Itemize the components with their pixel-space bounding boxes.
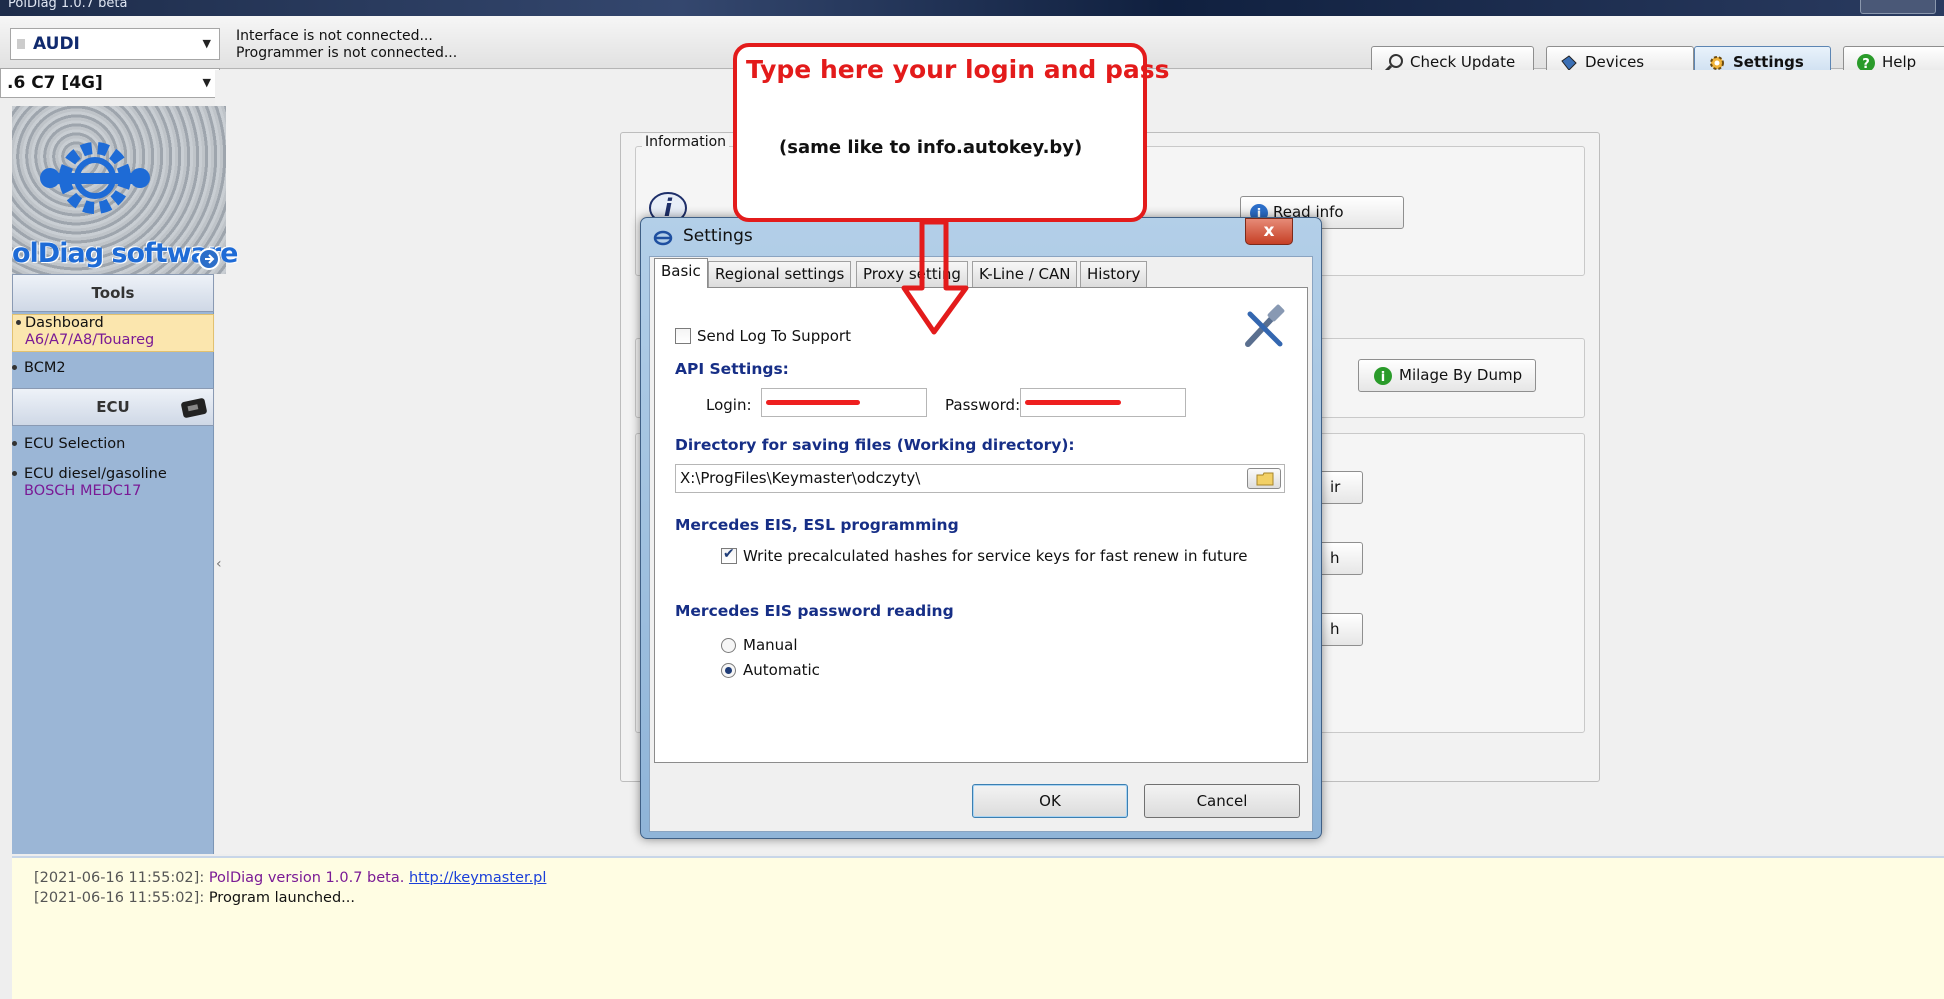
write-hashes-label: Write precalculated hashes for service k… (743, 547, 1248, 565)
tab-basic[interactable]: Basic (654, 258, 708, 288)
sidebar-item-label: Dashboard (25, 315, 104, 331)
send-log-label: Send Log To Support (697, 327, 851, 345)
collapse-handle-icon[interactable]: ‹ (216, 556, 222, 572)
left-sidebar: olDiag software Tools Dashboard A6/A7/A8… (12, 106, 238, 854)
write-hashes-checkbox[interactable] (721, 546, 737, 564)
chevron-down-icon: ▼ (202, 37, 211, 50)
check-update-label: Check Update (1410, 53, 1516, 71)
sidebar-item-ecu-selection[interactable]: ECU Selection (12, 436, 126, 453)
tab-kline-can[interactable]: K-Line / CAN (972, 261, 1078, 287)
model-select[interactable]: .6 C7 [4G] ▼ (0, 68, 220, 98)
log-link[interactable]: http://keymaster.pl (409, 870, 546, 886)
annotation-arrow-icon (901, 219, 969, 335)
window-title: PolDiag 1.0.7 beta (8, 0, 128, 11)
action-button-1-label: ir (1330, 478, 1341, 496)
gear-wrench-logo-icon (40, 142, 150, 214)
sidebar-item-sub: BOSCH MEDC17 (24, 483, 142, 499)
bullet-icon (12, 365, 17, 370)
annotation-callout: Type here your login and pass (same like… (733, 43, 1170, 222)
title-bar: PolDiag 1.0.7 beta (0, 0, 1944, 16)
information-label: Information (642, 134, 730, 150)
ecu-header[interactable]: ECU (12, 388, 214, 426)
window-controls[interactable] (1860, 0, 1936, 14)
password-label: Password: (945, 396, 1021, 414)
milage-by-dump-label: Milage By Dump (1399, 366, 1523, 384)
callout-line2: (same like to info.autokey.by) (779, 137, 1083, 158)
sidebar-item-dashboard[interactable]: Dashboard A6/A7/A8/Touareg (12, 314, 214, 352)
log-time: [2021-06-16 11:55:02]: (34, 870, 205, 886)
sidebar-item-ecu-diesel[interactable]: ECU diesel/gasoline BOSCH MEDC17 (12, 466, 167, 500)
log-panel: [2021-06-16 11:55:02]: PolDiag version 1… (12, 856, 1944, 999)
mercedes-password-heading: Mercedes EIS password reading (675, 602, 954, 620)
manual-radio[interactable] (721, 638, 736, 653)
tools-icon (1245, 304, 1285, 347)
action-button-2-label: h (1330, 549, 1340, 567)
bullet-icon (12, 441, 17, 446)
settings-app-icon (653, 230, 673, 246)
model-value: .6 C7 [4G] (7, 73, 103, 93)
automatic-label: Automatic (743, 661, 820, 679)
send-log-checkbox[interactable] (675, 328, 691, 344)
sidebar-item-label: ECU diesel/gasoline (24, 466, 167, 482)
action-button-3-label: h (1330, 620, 1340, 638)
dialog-title: Settings (683, 226, 753, 246)
tools-header[interactable]: Tools (12, 274, 214, 312)
app-logo: olDiag software (12, 106, 238, 274)
close-button[interactable]: x (1245, 218, 1293, 245)
basic-tab-page: Send Log To Support API Settings: Login:… (654, 287, 1308, 763)
tab-history[interactable]: History (1080, 261, 1148, 287)
log-message: PolDiag version 1.0.7 beta. (208, 870, 405, 886)
directory-heading: Directory for saving files (Working dire… (675, 436, 1075, 454)
sidebar-item-sub: A6/A7/A8/Touareg (25, 332, 155, 348)
devices-label: Devices (1585, 53, 1645, 71)
callout-line1: Type here your login and pass (746, 55, 1170, 84)
chevron-down-icon: ▼ (202, 76, 211, 89)
bullet-icon (12, 471, 17, 476)
interface-status: Interface is not connected... (236, 28, 433, 44)
log-line: [2021-06-16 11:55:02]: PolDiag version 1… (34, 868, 1944, 888)
manual-label: Manual (743, 636, 798, 654)
brand-icon (17, 39, 25, 49)
login-label: Login: (706, 396, 752, 414)
bullet-icon (16, 320, 21, 325)
sidebar-item-label: ECU Selection (24, 436, 126, 452)
svg-text:i: i (1381, 370, 1385, 385)
programmer-status: Programmer is not connected... (236, 45, 458, 61)
api-settings-heading: API Settings: (675, 360, 789, 378)
info-icon: i (1374, 367, 1392, 385)
browse-folder-button[interactable] (1247, 468, 1281, 489)
expand-arrow-icon[interactable] (198, 248, 220, 270)
tab-regional-settings[interactable]: Regional settings (708, 261, 852, 287)
password-field[interactable] (1020, 388, 1186, 417)
redaction-mark (766, 400, 860, 405)
log-message: Program launched... (208, 890, 356, 906)
ok-button[interactable]: OK (972, 784, 1128, 818)
close-icon: x (1263, 221, 1275, 241)
brand-select[interactable]: AUDI ▼ (10, 28, 220, 60)
brand-value: AUDI (33, 34, 80, 54)
sidebar-item-bcm2[interactable]: BCM2 (12, 360, 66, 377)
directory-value: X:\ProgFiles\Keymaster\odczyty\ (680, 469, 921, 487)
redaction-mark (1025, 400, 1121, 405)
settings-dialog: Settings x Basic Regional settings Proxy… (640, 217, 1322, 839)
help-label: Help (1882, 53, 1917, 71)
folder-icon (1256, 472, 1274, 486)
cancel-button[interactable]: Cancel (1144, 784, 1300, 818)
milage-by-dump-button[interactable]: i Milage By Dump (1358, 359, 1536, 392)
sidebar-item-label: BCM2 (24, 360, 66, 376)
dialog-body: Basic Regional settings Proxy setting K-… (649, 256, 1313, 832)
login-field[interactable] (761, 388, 927, 417)
log-line: [2021-06-16 11:55:02]: Program launched.… (34, 888, 1944, 908)
settings-label: Settings (1733, 53, 1804, 71)
log-time: [2021-06-16 11:55:02]: (34, 890, 205, 906)
ecu-header-label: ECU (96, 398, 130, 416)
automatic-radio[interactable] (721, 663, 736, 678)
mercedes-eis-esl-heading: Mercedes EIS, ESL programming (675, 516, 959, 534)
directory-field[interactable]: X:\ProgFiles\Keymaster\odczyty\ (675, 464, 1285, 493)
ecu-chip-icon (181, 398, 207, 418)
connection-status: Interface is not connected... Programmer… (236, 28, 457, 62)
